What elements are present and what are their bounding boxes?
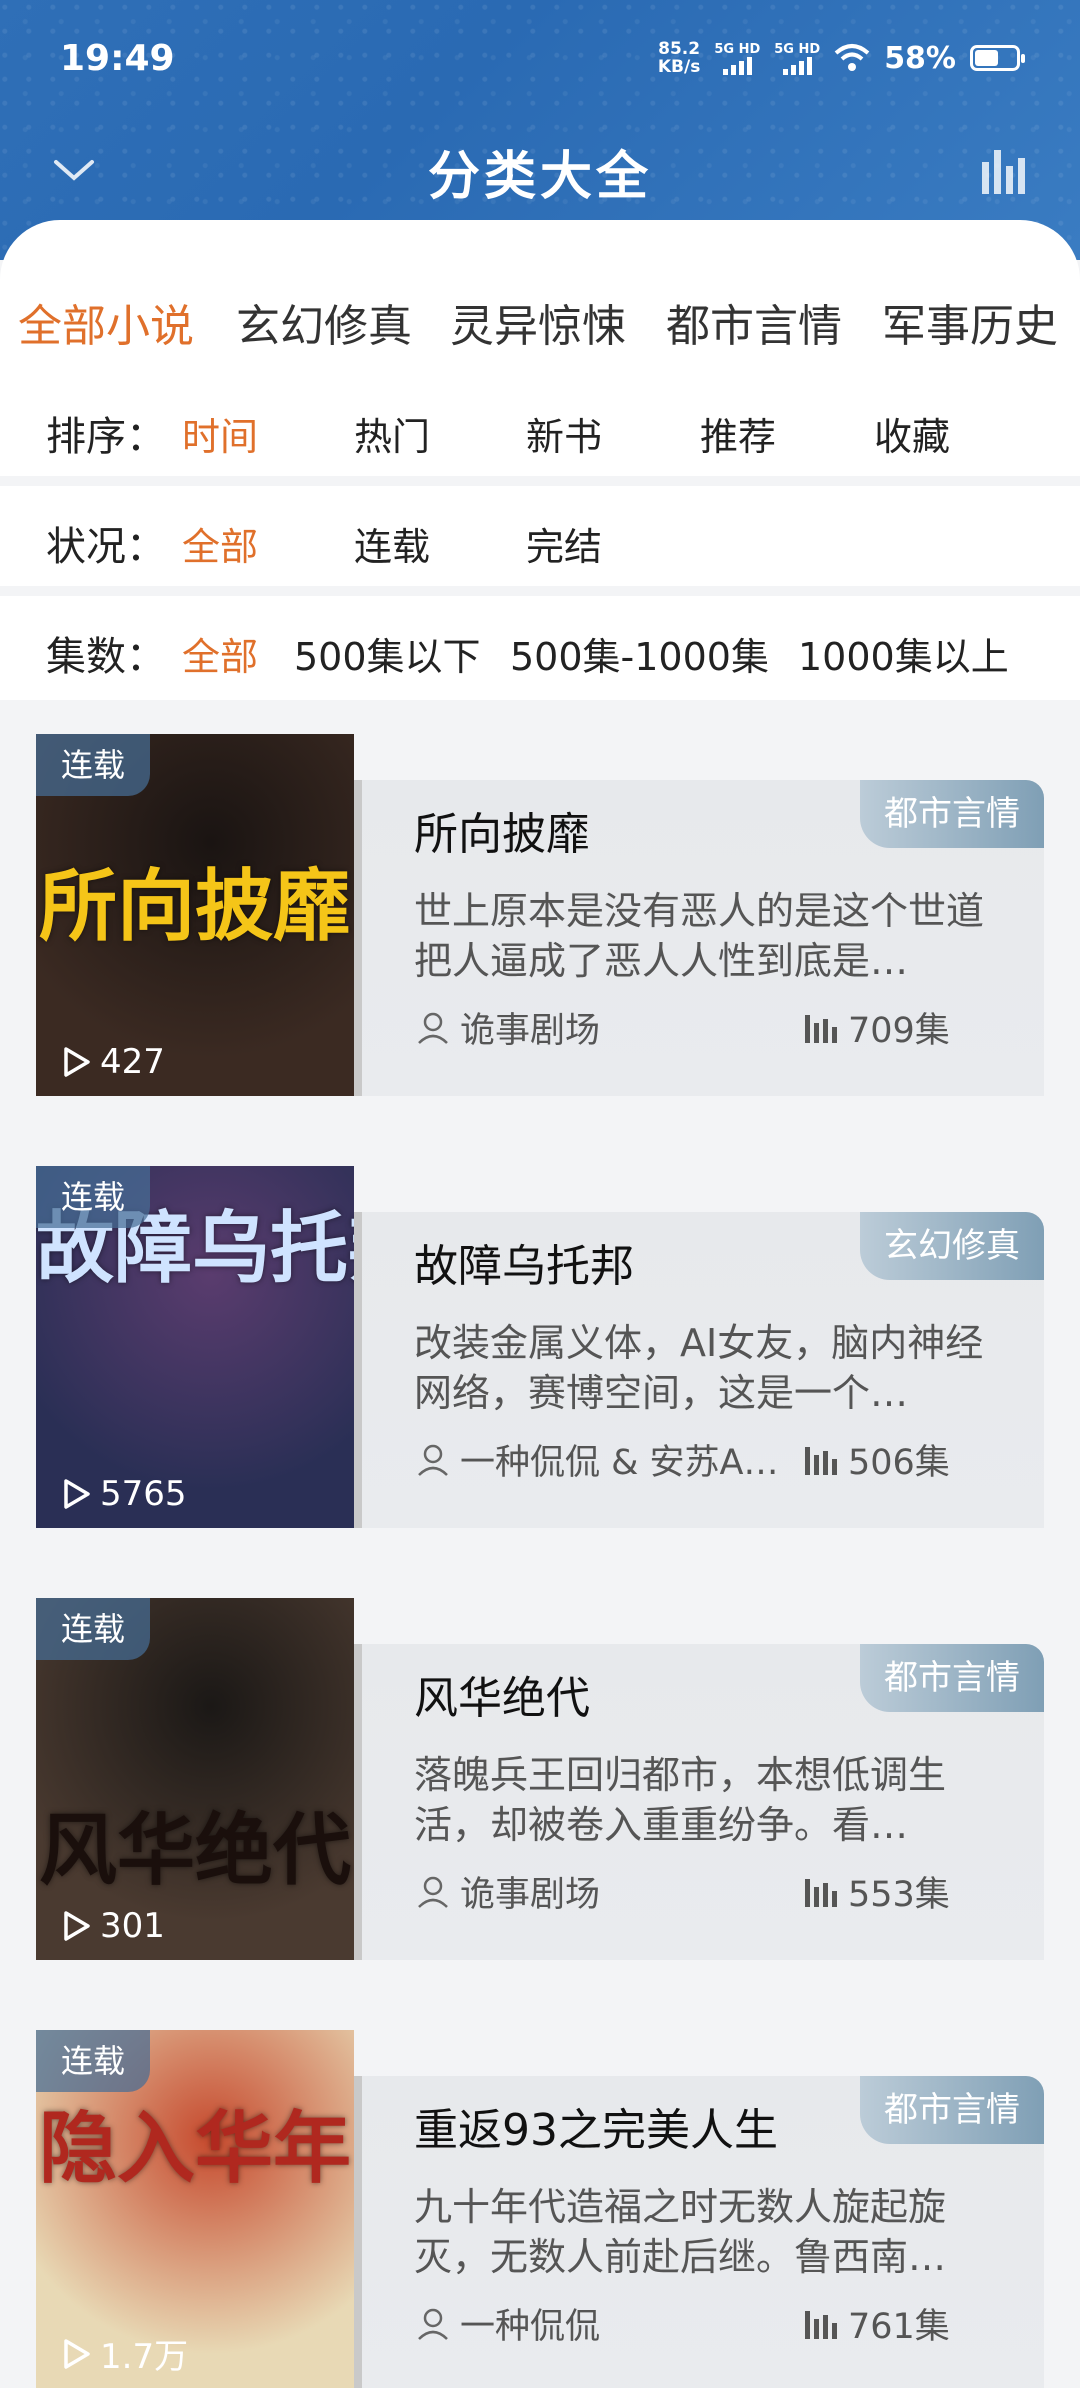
book-author: 诡事剧场	[414, 1002, 600, 1053]
book-author: 诡事剧场	[414, 1866, 600, 1917]
book-description: 落魄兵王回归都市，本想低调生活，却被卷入重重纷争。看…	[414, 1753, 947, 1847]
book-description: 世上原本是没有恶人的是这个世道把人逼成了恶人人性到底是…	[414, 889, 985, 983]
book-info[interactable]: 都市言情 所向披靡 世上原本是没有恶人的是这个世道把人逼成了恶人人性到底是… 诡…	[354, 780, 1044, 1096]
book-cover[interactable]: 隐入华年 连载 1.7万	[36, 2030, 354, 2392]
status-option-completed[interactable]: 完结	[526, 516, 602, 571]
play-count: 5765	[62, 1474, 187, 1514]
tab-horror[interactable]: 灵异惊悚	[450, 290, 626, 354]
book-card[interactable]: 所向披靡 连载 427 都市言情 所向披靡 世上原本是没有恶人的是这个世道把人逼…	[36, 734, 1044, 1096]
genre-tag: 玄幻修真	[860, 1212, 1044, 1280]
book-card[interactable]: 隐入华年 连载 1.7万 都市言情 重返93之完美人生 九十年代造福之时无数人旋…	[36, 2030, 1044, 2392]
tab-fantasy[interactable]: 玄幻修真	[236, 290, 412, 354]
network-speed: 85.2 KB/s	[657, 39, 701, 77]
episodes-icon	[805, 1878, 837, 1907]
episode-count: 506集	[802, 1434, 950, 1485]
cover-title-art: 隐入华年	[38, 2103, 351, 2194]
play-icon	[64, 1047, 90, 1077]
user-icon	[418, 1012, 448, 1044]
play-count: 427	[62, 1042, 165, 1082]
sort-filter-row: 排序： 时间 热门 新书 推荐 收藏	[0, 376, 1080, 476]
ranking-icon[interactable]	[978, 142, 1034, 198]
status-bar: 19:49 85.2 KB/s 5G HD 5G HD 58%	[0, 0, 1080, 120]
battery-percent: 58%	[884, 40, 956, 76]
book-cover[interactable]: 故障乌托邦 连载 5765	[36, 1166, 354, 1528]
play-count: 1.7万	[62, 2329, 188, 2378]
cover-title-art: 风华绝代	[38, 1805, 351, 1896]
book-info[interactable]: 都市言情 重返93之完美人生 九十年代造福之时无数人旋起旋灭，无数人前赴后继。鲁…	[354, 2076, 1044, 2392]
play-count: 301	[62, 1906, 165, 1946]
status-option-all[interactable]: 全部	[182, 516, 258, 571]
tab-all-novels[interactable]: 全部小说	[18, 290, 194, 354]
book-author: 一种侃侃	[414, 2298, 600, 2349]
sort-option-new[interactable]: 新书	[526, 406, 602, 461]
serializing-badge: 连载	[36, 734, 150, 796]
bottom-edge	[0, 2388, 1080, 2408]
signal-icon: 5G HD	[714, 42, 760, 75]
episodes-option-500-1000[interactable]: 500集-1000集	[510, 626, 769, 681]
genre-tag: 都市言情	[860, 1644, 1044, 1712]
status-label: 状况：	[46, 524, 166, 570]
serializing-badge: 连载	[36, 1598, 150, 1660]
book-cover[interactable]: 风华绝代 连载 301	[36, 1598, 354, 1960]
sort-option-hot[interactable]: 热门	[354, 406, 430, 461]
tab-military-history[interactable]: 军事历史	[882, 290, 1058, 354]
episodes-label: 集数：	[46, 634, 166, 680]
user-icon	[418, 2308, 448, 2340]
sort-label: 排序：	[46, 414, 166, 460]
episodes-icon	[805, 2310, 837, 2339]
episodes-icon	[805, 1446, 837, 1475]
sort-option-time[interactable]: 时间	[182, 406, 258, 461]
episodes-option-over-1000[interactable]: 1000集以上	[798, 626, 1009, 681]
sort-option-favorites[interactable]: 收藏	[874, 406, 950, 461]
book-cover[interactable]: 所向披靡 连载 427	[36, 734, 354, 1096]
episode-count: 553集	[802, 1866, 950, 1917]
episode-count: 761集	[802, 2298, 950, 2349]
episodes-filter-row: 集数： 全部 500集以下 500集-1000集 1000集以上	[0, 596, 1080, 696]
status-option-serializing[interactable]: 连载	[354, 516, 430, 571]
status-filter-row: 状况： 全部 连载 完结	[0, 486, 1080, 586]
book-info[interactable]: 玄幻修真 故障乌托邦 改装金属义体，AI女友，脑内神经网络，赛博空间，这是一个……	[354, 1212, 1044, 1528]
cover-title-art: 所向披靡	[38, 861, 351, 952]
signal-icon: 5G HD	[774, 42, 820, 75]
book-description: 改装金属义体，AI女友，脑内神经网络，赛博空间，这是一个…	[414, 1321, 984, 1415]
play-icon	[64, 1479, 90, 1509]
category-tabs: 全部小说 玄幻修真 灵异惊悚 都市言情 军事历史	[0, 260, 1080, 407]
book-title: 故障乌托邦	[414, 1241, 634, 1292]
episodes-icon	[805, 1014, 837, 1043]
title-bar: 分类大全	[0, 120, 1080, 220]
serializing-badge: 连载	[36, 1166, 150, 1228]
book-title: 风华绝代	[414, 1673, 590, 1724]
page-title: 分类大全	[427, 146, 652, 207]
serializing-badge: 连载	[36, 2030, 150, 2092]
episode-count: 709集	[802, 1002, 950, 1053]
book-title: 重返93之完美人生	[414, 2105, 778, 2156]
wifi-icon	[834, 44, 870, 71]
sort-option-recommend[interactable]: 推荐	[700, 406, 776, 461]
play-icon	[64, 2338, 90, 2369]
genre-tag: 都市言情	[860, 780, 1044, 848]
book-card[interactable]: 风华绝代 连载 301 都市言情 风华绝代 落魄兵王回归都市，本想低调生活，却被…	[36, 1598, 1044, 1960]
divider	[0, 476, 1080, 486]
episodes-option-all[interactable]: 全部	[182, 626, 258, 681]
user-icon	[418, 1444, 448, 1476]
tab-urban-romance[interactable]: 都市言情	[666, 290, 842, 354]
book-author: 一种侃侃 & 安苏A…	[414, 1434, 779, 1485]
play-icon	[64, 1911, 90, 1941]
status-time: 19:49	[60, 38, 175, 79]
genre-tag: 都市言情	[860, 2076, 1044, 2144]
user-icon	[418, 1876, 448, 1908]
battery-icon	[970, 45, 1025, 71]
book-card[interactable]: 故障乌托邦 连载 5765 玄幻修真 故障乌托邦 改装金属义体，AI女友，脑内神…	[36, 1166, 1044, 1528]
episodes-option-under-500[interactable]: 500集以下	[294, 626, 481, 681]
book-description: 九十年代造福之时无数人旋起旋灭，无数人前赴后继。鲁西南…	[414, 2185, 947, 2279]
book-info[interactable]: 都市言情 风华绝代 落魄兵王回归都市，本想低调生活，却被卷入重重纷争。看… 诡事…	[354, 1644, 1044, 1960]
book-title: 所向披靡	[414, 809, 590, 860]
divider	[0, 586, 1080, 596]
